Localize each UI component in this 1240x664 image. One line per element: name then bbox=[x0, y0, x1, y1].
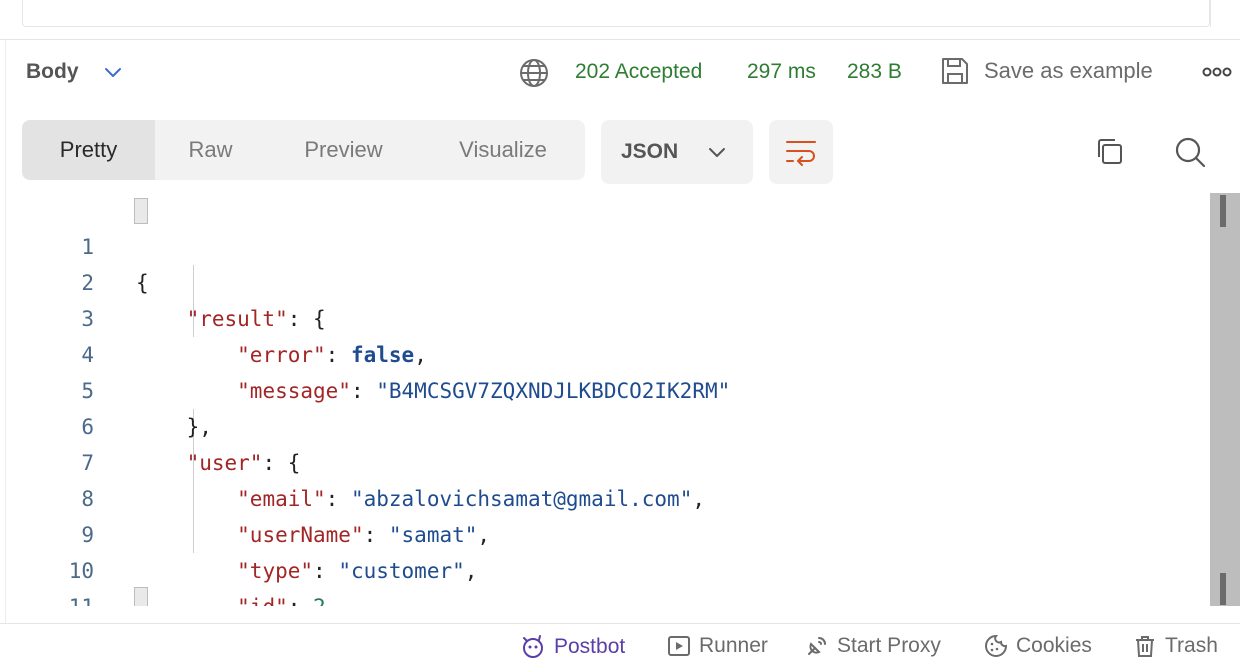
satellite-icon bbox=[808, 637, 826, 655]
response-size[interactable]: 283 B bbox=[847, 60, 902, 84]
code-line: 3 "error": false, bbox=[6, 265, 1210, 367]
scrollbar-marker bbox=[1220, 573, 1226, 605]
status-code[interactable]: 202 Accepted bbox=[575, 60, 702, 84]
code-line: 7 "email": "abzalovichsamat@gmail.com", bbox=[6, 409, 1210, 511]
chevron-down-icon bbox=[104, 68, 121, 77]
request-scroll-column bbox=[1210, 0, 1240, 27]
format-select-value: JSON bbox=[621, 140, 679, 163]
cookies-button[interactable]: Cookies bbox=[984, 634, 1092, 658]
code-line: 4 "message": "B4MCSGV7ZQXNDJLKBDCO2IK2RM… bbox=[6, 301, 1210, 403]
runner-button[interactable]: Runner bbox=[667, 634, 768, 658]
tab-preview[interactable]: Preview bbox=[266, 120, 421, 180]
runner-icon bbox=[668, 636, 690, 656]
response-header: Body 202 Accepted 297 ms 283 B Save as e… bbox=[0, 40, 1240, 104]
search-icon[interactable] bbox=[1173, 135, 1207, 169]
vertical-scrollbar[interactable] bbox=[1210, 193, 1240, 606]
request-editor-bottom bbox=[22, 0, 1210, 27]
code-line: 5 }, bbox=[6, 337, 1210, 439]
cookies-label: Cookies bbox=[1016, 634, 1092, 657]
code-line: 9 "type": "customer", bbox=[6, 481, 1210, 583]
tab-pretty[interactable]: Pretty bbox=[22, 120, 155, 180]
runner-label: Runner bbox=[699, 634, 768, 657]
postbot-label: Postbot bbox=[554, 635, 626, 658]
code-line: 1 { bbox=[6, 193, 1210, 295]
response-body-editor[interactable]: 1 { 2 "result": { 3 "error": false, 4 "m… bbox=[6, 193, 1210, 606]
tab-visualize[interactable]: Visualize bbox=[421, 120, 585, 180]
cookie-icon bbox=[985, 634, 1008, 657]
code-line: 11 } bbox=[6, 553, 1210, 606]
body-tab-label: Body bbox=[26, 60, 79, 83]
scrollbar-marker bbox=[1220, 195, 1226, 227]
start-proxy-label: Start Proxy bbox=[837, 634, 941, 657]
code-line: 10 "id": 2 bbox=[6, 517, 1210, 606]
postbot-icon bbox=[523, 635, 543, 658]
body-tab-dropdown[interactable]: Body bbox=[26, 60, 123, 84]
save-as-example-button[interactable]: Save as example bbox=[940, 56, 1153, 86]
code-line: 12 } bbox=[6, 589, 1210, 606]
status-bar: Postbot Runner Start Proxy Cookies Trash bbox=[0, 623, 1240, 664]
code-line: 2 "result": { bbox=[6, 229, 1210, 331]
trash-button[interactable]: Trash bbox=[1133, 634, 1218, 658]
tab-raw[interactable]: Raw bbox=[155, 120, 266, 180]
wrap-lines-icon bbox=[786, 141, 816, 166]
view-mode-tabs: Pretty Raw Preview Visualize bbox=[22, 120, 585, 180]
response-time[interactable]: 297 ms bbox=[747, 60, 816, 84]
start-proxy-button[interactable]: Start Proxy bbox=[805, 634, 941, 658]
save-as-example-label: Save as example bbox=[984, 58, 1153, 83]
postbot-button[interactable]: Postbot bbox=[520, 634, 625, 660]
code-line: 6 "user": { bbox=[6, 373, 1210, 475]
code-line: 8 "userName": "samat", bbox=[6, 445, 1210, 547]
trash-icon bbox=[1136, 636, 1154, 657]
more-options-icon[interactable] bbox=[1202, 64, 1232, 80]
chevron-down-icon bbox=[709, 148, 725, 157]
copy-icon[interactable] bbox=[1093, 135, 1127, 169]
request-panel-remnant bbox=[0, 0, 1240, 40]
wrap-lines-button[interactable] bbox=[769, 120, 833, 184]
save-icon bbox=[942, 58, 968, 84]
globe-icon[interactable] bbox=[518, 57, 550, 89]
format-select[interactable]: JSON bbox=[601, 120, 753, 184]
trash-label: Trash bbox=[1165, 634, 1218, 657]
